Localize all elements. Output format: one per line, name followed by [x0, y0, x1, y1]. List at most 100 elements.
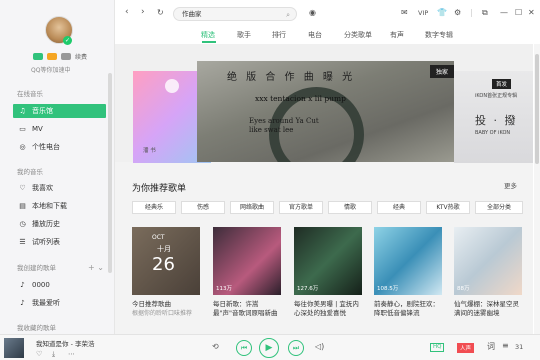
play-count: 127.6万 — [297, 286, 319, 292]
sidebar-item-label: 我最爱听 — [32, 299, 60, 307]
divider: | — [470, 8, 473, 17]
search-icon[interactable]: ⌕ — [286, 9, 290, 21]
previous-button[interactable]: ⏮ — [236, 340, 252, 356]
trial-list-icon: ☰ — [19, 238, 26, 246]
section-my-music: 我的音乐 — [17, 168, 43, 176]
playlist-icon: ♪ — [20, 281, 25, 289]
playlist-card[interactable]: 88万 仙气爆棚：深林星空灵满间的迷雾幽境 — [454, 227, 522, 318]
tab-radio[interactable]: 电台 — [308, 30, 322, 40]
sidebar-scrollbar[interactable] — [108, 73, 112, 273]
decor-circle — [165, 79, 179, 93]
vip-gold-icon[interactable] — [47, 53, 57, 60]
chip-love[interactable]: 情歌 — [328, 201, 372, 214]
vip-grey-icon[interactable] — [61, 53, 71, 60]
now-playing-song[interactable]: 我知道是你 - 李荣浩 — [36, 338, 94, 348]
chip-network[interactable]: 网络歌曲 — [230, 201, 274, 214]
forward-icon[interactable]: › — [141, 7, 145, 17]
section-created-playlists: 我创建的歌单 — [17, 264, 56, 272]
playlist-cover[interactable]: OCT 十月 26 — [132, 227, 200, 295]
playlist-title[interactable]: 每往你美男曝 | 宜抚内心深处的独爱喜悦 — [294, 300, 362, 318]
sidebar-item-mv[interactable]: ▭ MV — [13, 122, 106, 136]
mail-icon[interactable]: ✉ — [401, 8, 408, 17]
banner-main-slide[interactable]: 绝 版 合 作 曲 曝 光 独家 xxx tentacion x lil pum… — [197, 61, 454, 162]
tab-featured[interactable]: 精选 — [201, 30, 215, 40]
playlist-cards: OCT 十月 26 今日推荐歌曲 根据你的聆听口味推荐 113万 每日新歌：许嵩… — [132, 227, 523, 332]
vip-row: 续费 — [33, 52, 87, 61]
more-icon[interactable]: ⋯ — [68, 350, 75, 358]
playlist-title[interactable]: 前奏静心，剧院狂欢：降职低音偏锋流 — [374, 300, 442, 318]
playlist-title[interactable]: 仙气爆棚：深林星空灵满间的迷雾幽境 — [454, 300, 522, 318]
chip-classical[interactable]: 经典乐 — [132, 201, 176, 214]
playlist-card[interactable]: 127.6万 每往你美男曝 | 宜抚内心深处的独爱喜悦 — [294, 227, 362, 318]
back-icon[interactable]: ‹ — [125, 7, 129, 17]
playlist-card[interactable]: 113万 每日新歌：许嵩最"声"音歌词原唱新曲 — [213, 227, 281, 318]
playlist-cover[interactable]: 127.6万 — [294, 227, 362, 295]
sidebar-item-label: 本地和下载 — [32, 202, 67, 210]
maximize-icon[interactable]: ☐ — [515, 8, 522, 17]
playlist-title[interactable]: 每日新歌：许嵩最"声"音歌词原唱新曲 — [213, 300, 281, 318]
banner-scribble: Eyes around Ya Cut like swat lee — [249, 117, 319, 134]
playlist-cover[interactable]: 108.5万 — [374, 227, 442, 295]
playlist-title[interactable]: 今日推荐歌曲 根据你的聆听口味推荐 — [132, 300, 200, 318]
refresh-icon[interactable]: ↻ — [157, 8, 164, 17]
main-content: 潘 书 首发 iKON首张正规专辑 投 · 撥 BABY OF iKON 绝 版… — [115, 44, 533, 334]
tab-charts[interactable]: 排行 — [272, 30, 286, 40]
lyrics-button[interactable]: 词 — [487, 341, 495, 352]
renew-link[interactable]: 续费 — [75, 52, 87, 61]
settings-icon[interactable]: ⚙ — [454, 8, 461, 17]
quality-badge[interactable]: HQ — [430, 343, 445, 352]
chip-ktv[interactable]: KTV热歌 — [426, 201, 470, 214]
sidebar-item-favorites[interactable]: ♡ 我喜欢 — [13, 181, 106, 195]
qq-note[interactable]: QQ等你加速中 — [31, 65, 70, 74]
scroll-thumb[interactable] — [535, 54, 539, 164]
more-link[interactable]: 更多 — [504, 180, 517, 190]
sidebar-item-label: MV — [32, 125, 43, 133]
playlist-cover[interactable]: 113万 — [213, 227, 281, 295]
volume-icon[interactable]: ◁) — [315, 342, 324, 351]
sidebar-item-radio[interactable]: ◎ 个性电台 — [13, 140, 106, 154]
next-button[interactable]: ⏭ — [288, 340, 304, 356]
playlist-card[interactable]: 108.5万 前奏静心，剧院狂欢：降职低音偏锋流 — [374, 227, 442, 318]
vip-link[interactable]: VIP — [418, 9, 428, 17]
vocal-effect-badge[interactable]: 人声 — [457, 343, 475, 353]
recommend-title: 为你推荐歌单 — [132, 184, 187, 194]
chip-all[interactable]: 全部分类 — [475, 201, 523, 214]
listen-recognize-icon[interactable]: ◉ — [309, 8, 316, 17]
playlist-icon[interactable]: ≡ — [502, 341, 509, 350]
sidebar-item-music-hall[interactable]: ♫ 音乐馆 — [13, 104, 106, 118]
download-icon[interactable]: ⤓ — [52, 350, 55, 359]
tab-digital-albums[interactable]: 数字专辑 — [425, 30, 453, 40]
tab-audio[interactable]: 有声 — [390, 30, 404, 40]
sidebar-item-history[interactable]: ◷ 播放历史 — [13, 217, 106, 231]
play-button[interactable]: ▶ — [259, 338, 279, 358]
sidebar-item-local-download[interactable]: ▤ 本地和下载 — [13, 199, 106, 213]
tab-singers[interactable]: 歌手 — [237, 30, 251, 40]
minimize-icon[interactable]: — — [500, 8, 508, 17]
sidebar-item-label: 音乐馆 — [32, 107, 53, 115]
sidebar-item-trial-list[interactable]: ☰ 试听列表 — [13, 235, 106, 249]
mini-mode-icon[interactable]: ⧉ — [482, 8, 488, 18]
close-icon[interactable]: ✕ — [528, 8, 535, 17]
content-scrollbar[interactable] — [534, 44, 540, 334]
playlist-card[interactable]: OCT 十月 26 今日推荐歌曲 根据你的聆听口味推荐 — [132, 227, 200, 318]
banner-right-tag: 首发 — [492, 79, 512, 89]
loop-mode-icon[interactable]: ⟲ — [212, 342, 219, 351]
now-playing-cover[interactable] — [4, 338, 24, 358]
history-icon: ◷ — [19, 220, 26, 228]
like-icon[interactable]: ♡ — [36, 350, 42, 358]
chip-official[interactable]: 官方歌单 — [279, 201, 323, 214]
playlist-cover[interactable]: 88万 — [454, 227, 522, 295]
play-count: 113万 — [216, 286, 232, 292]
tab-playlists[interactable]: 分类歌单 — [344, 30, 372, 40]
playlist-icon: ♪ — [20, 299, 25, 307]
add-playlist-icon[interactable]: + ⌄ — [88, 263, 104, 272]
player-bar: 我知道是你 - 李荣浩 ♡ ⤓ ⋯ ⟲ ⏮ ▶ ⏭ ◁) HQ 人声 词 ≡ 3… — [0, 334, 540, 360]
chip-sad[interactable]: 伤感 — [181, 201, 225, 214]
skin-icon[interactable]: 👕 — [437, 8, 447, 17]
sidebar-item-playlist-favorite[interactable]: ♪ 我最爱听 — [13, 296, 106, 310]
search-input[interactable]: 作曲家 ⌕ — [173, 7, 297, 21]
chip-classic[interactable]: 经典 — [377, 201, 421, 214]
vip-green-icon[interactable] — [33, 53, 43, 60]
sidebar-item-playlist-0000[interactable]: ♪ 0000 — [13, 278, 106, 292]
banner-right-sub: BABY OF iKON — [475, 130, 511, 136]
